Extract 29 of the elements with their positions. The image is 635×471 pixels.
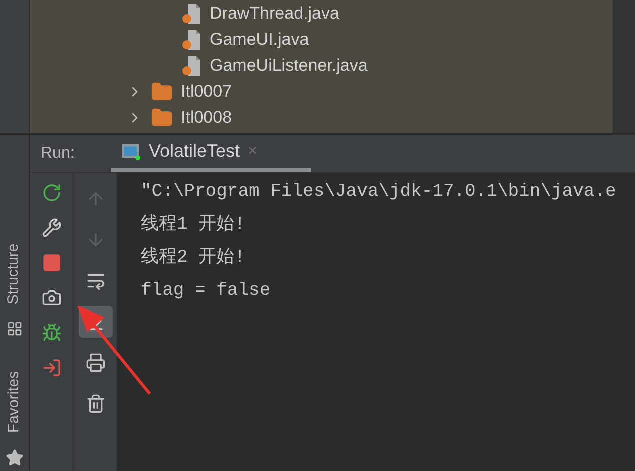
console-line: 线程1 开始! — [141, 213, 246, 237]
bug-icon — [42, 323, 62, 343]
console-line: "C:\Program Files\Java\jdk-17.0.1\bin\java.e — [141, 181, 618, 204]
java-file-icon — [182, 3, 202, 25]
tree-item[interactable]: DrawThread.java — [210, 3, 340, 25]
console-line: 线程2 开始! — [141, 246, 246, 270]
printer-icon — [86, 353, 106, 373]
trash-icon — [86, 394, 106, 414]
camera-icon — [42, 288, 62, 308]
window-icon — [121, 142, 141, 160]
tree-item[interactable]: GameUiListener.java — [210, 55, 368, 77]
wrench-icon — [42, 218, 62, 238]
exit-icon — [42, 358, 62, 378]
java-file-icon — [182, 55, 202, 77]
tree-item[interactable]: GameUI.java — [210, 29, 310, 51]
stop-icon — [42, 253, 62, 273]
run-label: Run: — [41, 144, 76, 164]
tab-label: VolatileTest — [149, 140, 240, 163]
console-line: flag = false — [141, 280, 272, 303]
side-tab[interactable]: Favorites — [3, 371, 26, 433]
tree-item[interactable]: Itl0008 — [181, 107, 232, 129]
rerun-icon — [42, 183, 62, 203]
tree-item[interactable]: Itl0007 — [181, 81, 232, 103]
folder-icon — [151, 107, 173, 129]
star-icon — [6, 449, 24, 467]
folder-icon — [151, 81, 173, 103]
java-file-icon — [182, 29, 202, 51]
side-tab[interactable]: Structure — [3, 244, 26, 304]
structure-icon — [6, 321, 22, 337]
